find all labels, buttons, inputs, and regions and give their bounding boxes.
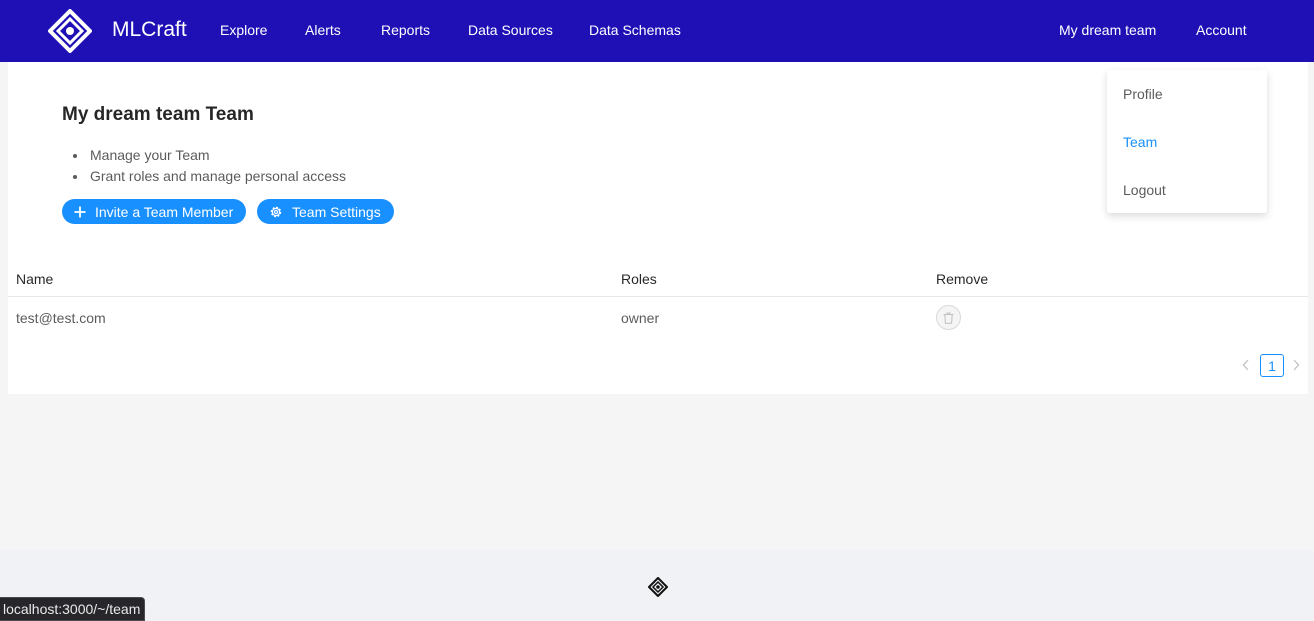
invite-member-label: Invite a Team Member xyxy=(95,203,234,220)
nav-explore[interactable]: Explore xyxy=(220,22,267,38)
team-settings-label: Team Settings xyxy=(292,203,381,220)
chevron-right-icon xyxy=(1293,359,1300,371)
nav-reports[interactable]: Reports xyxy=(381,22,430,38)
nav-alerts[interactable]: Alerts xyxy=(305,22,341,38)
page-title: My dream team Team xyxy=(62,104,254,125)
menu-item-profile[interactable]: Profile xyxy=(1123,86,1163,102)
gear-icon xyxy=(270,206,282,217)
table-header-divider xyxy=(8,296,1308,297)
footer xyxy=(0,550,1314,621)
brand-name[interactable]: MLCraft xyxy=(112,18,187,42)
trash-icon xyxy=(943,312,954,324)
nav-account[interactable]: Account xyxy=(1196,22,1247,38)
remove-member-button[interactable] xyxy=(936,305,961,330)
pagination-next[interactable] xyxy=(1292,358,1304,374)
pagination-prev[interactable] xyxy=(1242,358,1254,374)
browser-status-url: localhost:3000/~/team xyxy=(0,597,146,621)
plus-icon xyxy=(74,206,86,217)
mlcraft-logo-icon[interactable] xyxy=(48,9,92,53)
chevron-left-icon xyxy=(1242,359,1249,371)
list-item: Grant roles and manage personal access xyxy=(88,166,346,187)
column-header-remove[interactable]: Remove xyxy=(936,271,988,287)
top-navbar: MLCraft Explore Alerts Reports Data Sour… xyxy=(0,0,1314,62)
invite-member-button[interactable]: Invite a Team Member xyxy=(62,199,247,224)
member-role: owner xyxy=(621,310,660,326)
list-item: Manage your Team xyxy=(88,145,346,166)
nav-team-switcher[interactable]: My dream team xyxy=(1059,22,1156,38)
account-dropdown-menu: Profile Team Logout xyxy=(1107,70,1267,213)
menu-item-team[interactable]: Team xyxy=(1123,134,1157,150)
nav-data-sources[interactable]: Data Sources xyxy=(468,22,553,38)
pagination-page-current[interactable]: 1 xyxy=(1260,354,1284,377)
team-settings-button[interactable]: Team Settings xyxy=(257,199,394,224)
footer-logo-icon xyxy=(648,577,668,597)
column-header-name[interactable]: Name xyxy=(16,271,53,287)
menu-item-logout[interactable]: Logout xyxy=(1123,182,1166,198)
member-email: test@test.com xyxy=(16,310,106,326)
column-header-roles[interactable]: Roles xyxy=(621,271,657,287)
nav-data-schemas[interactable]: Data Schemas xyxy=(589,22,681,38)
team-description-list: Manage your Team Grant roles and manage … xyxy=(88,145,346,187)
